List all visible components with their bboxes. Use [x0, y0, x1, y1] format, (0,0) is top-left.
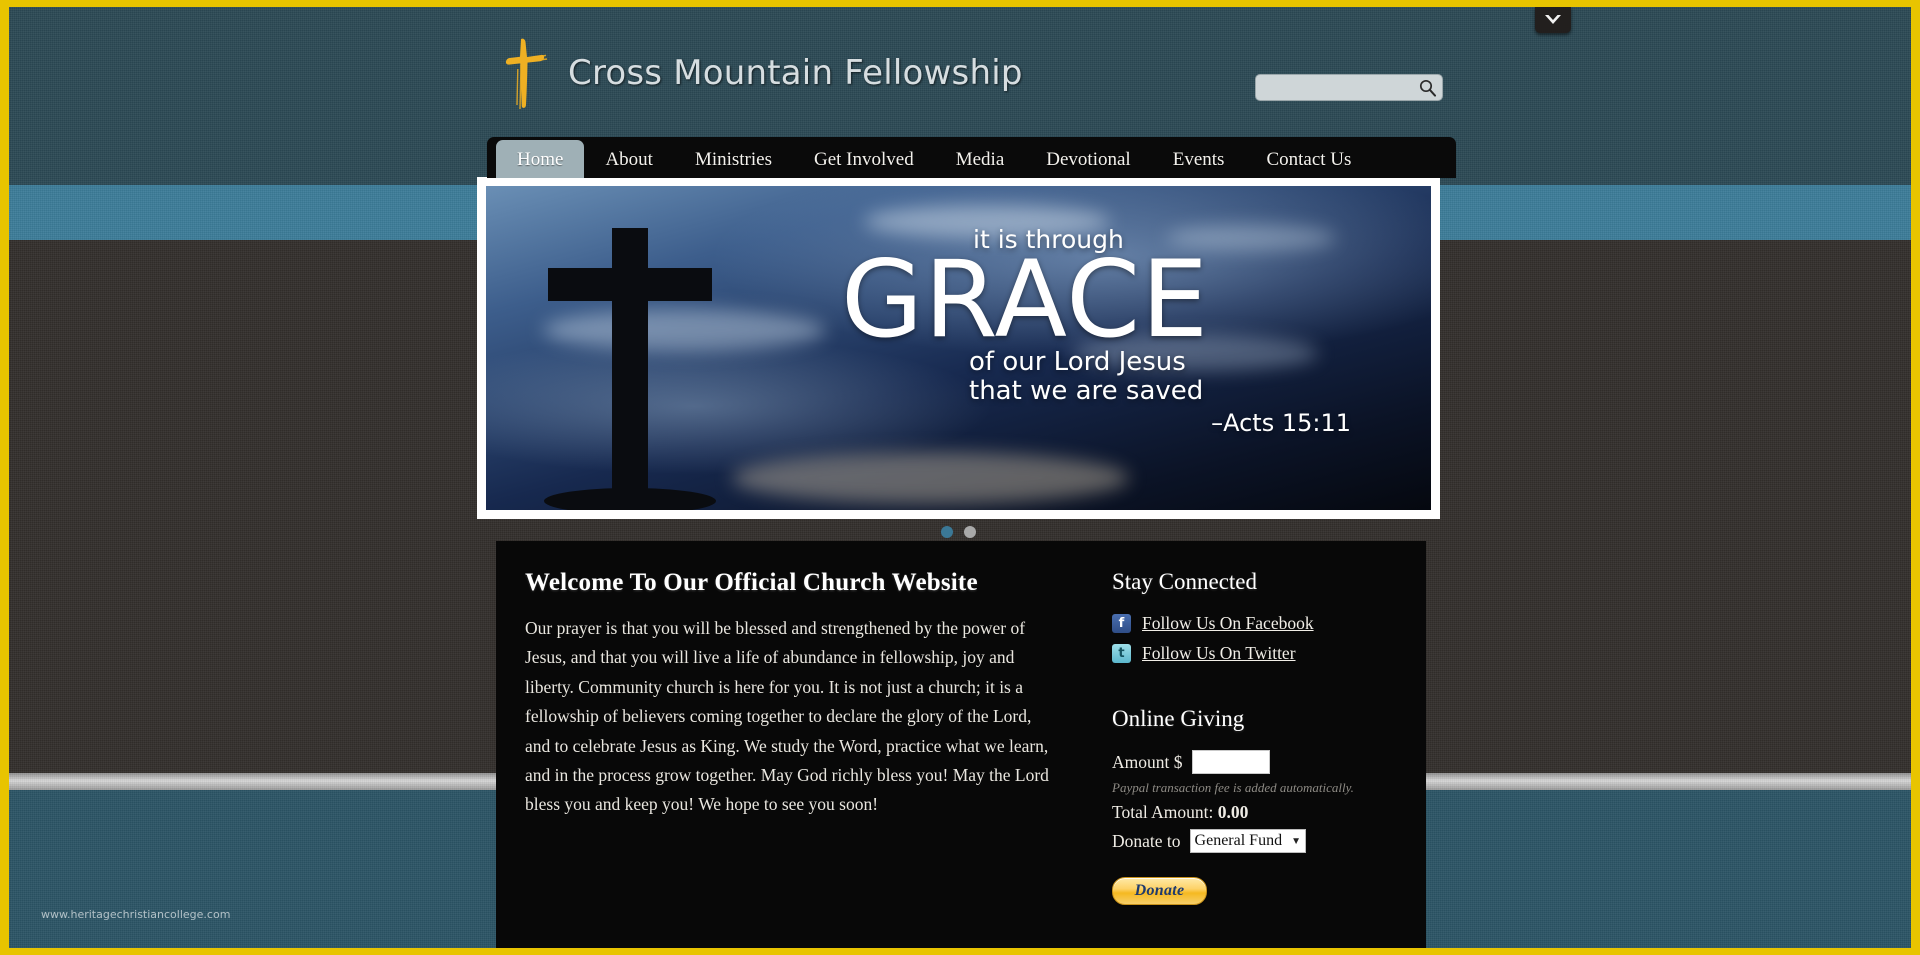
hero-reference: –Acts 15:11	[1211, 409, 1351, 438]
slider-dots	[477, 526, 1440, 538]
hero-slider[interactable]: it is through GRACE of our Lord Jesus th…	[477, 177, 1440, 519]
search-icon[interactable]	[1418, 78, 1437, 97]
donate-button[interactable]: Donate	[1112, 877, 1207, 905]
hero-slide: it is through GRACE of our Lord Jesus th…	[486, 186, 1431, 510]
cross-silhouette-icon	[544, 228, 716, 510]
social-link-twitter[interactable]: Follow Us On Twitter	[1142, 643, 1296, 664]
paypal-fee-note: Paypal transaction fee is added automati…	[1112, 780, 1354, 795]
page-frame: Cross Mountain Fellowship Home About Minis…	[0, 0, 1920, 955]
search-input[interactable]	[1255, 74, 1443, 101]
donate-to-label: Donate to	[1112, 830, 1181, 851]
welcome-column: Welcome To Our Official Church Website O…	[525, 569, 1060, 820]
nav-item-media[interactable]: Media	[935, 144, 1026, 178]
chevron-down-icon	[1543, 13, 1563, 27]
sidebar-column: Stay Connected f Follow Us On Facebook t Fo…	[1112, 569, 1402, 905]
twitter-icon[interactable]: t	[1112, 644, 1131, 663]
social-row: t Follow Us On Twitter	[1112, 643, 1402, 664]
main-navigation: Home About Ministries Get Involved Media Devo…	[487, 137, 1456, 178]
welcome-body-text: Our prayer is that you will be blessed a…	[525, 618, 1049, 815]
nav-item-about[interactable]: About	[584, 144, 674, 178]
fund-select-value: General Fund	[1194, 832, 1283, 849]
page-title: Welcome To Our Official Church Website	[525, 569, 978, 596]
amount-row: Amount $	[1112, 750, 1402, 774]
social-link-facebook[interactable]: Follow Us On Facebook	[1142, 613, 1314, 634]
nav-item-devotional[interactable]: Devotional	[1025, 144, 1151, 178]
social-row: f Follow Us On Facebook	[1112, 613, 1402, 634]
cross-icon	[496, 35, 554, 111]
total-amount-row: Total Amount: 0.00	[1112, 802, 1402, 823]
slider-dot-1[interactable]	[941, 526, 953, 538]
chevron-down-icon: ▼	[1291, 835, 1301, 847]
brand-title: Cross Mountain Fellowship	[568, 53, 1023, 93]
fund-select[interactable]: General Fund ▼	[1189, 829, 1306, 853]
social-links-list: f Follow Us On Facebook t Follow Us On Twit…	[1112, 613, 1402, 664]
search-box[interactable]	[1255, 74, 1443, 101]
amount-input[interactable]	[1191, 750, 1270, 774]
stay-connected-heading: Stay Connected	[1112, 569, 1257, 594]
online-giving-heading: Online Giving	[1112, 706, 1245, 731]
donate-button-label: Donate	[1134, 882, 1185, 899]
hero-text: it is through GRACE of our Lord Jesus th…	[841, 226, 1409, 437]
nav-item-contact-us[interactable]: Contact Us	[1245, 144, 1372, 178]
amount-label: Amount $	[1112, 751, 1183, 772]
total-amount-label: Total Amount:	[1112, 802, 1214, 822]
total-amount-value: 0.00	[1217, 802, 1249, 822]
cloud-decoration	[731, 451, 1129, 504]
donate-to-row: Donate to General Fund ▼	[1112, 829, 1402, 853]
nav-item-events[interactable]: Events	[1152, 144, 1246, 178]
watermark: www.heritagechristiancollege.com	[41, 908, 231, 921]
hero-line-4: that we are saved	[969, 376, 1204, 407]
chevron-down-widget[interactable]	[1535, 7, 1571, 33]
content-panel: Welcome To Our Official Church Website O…	[496, 541, 1426, 948]
hero-word: GRACE	[841, 237, 1210, 361]
nav-item-ministries[interactable]: Ministries	[674, 144, 793, 178]
nav-item-home[interactable]: Home	[496, 140, 585, 178]
nav-item-get-involved[interactable]: Get Involved	[793, 144, 935, 178]
brand[interactable]: Cross Mountain Fellowship	[496, 35, 1023, 111]
slider-dot-2[interactable]	[964, 526, 976, 538]
facebook-icon[interactable]: f	[1112, 614, 1131, 633]
